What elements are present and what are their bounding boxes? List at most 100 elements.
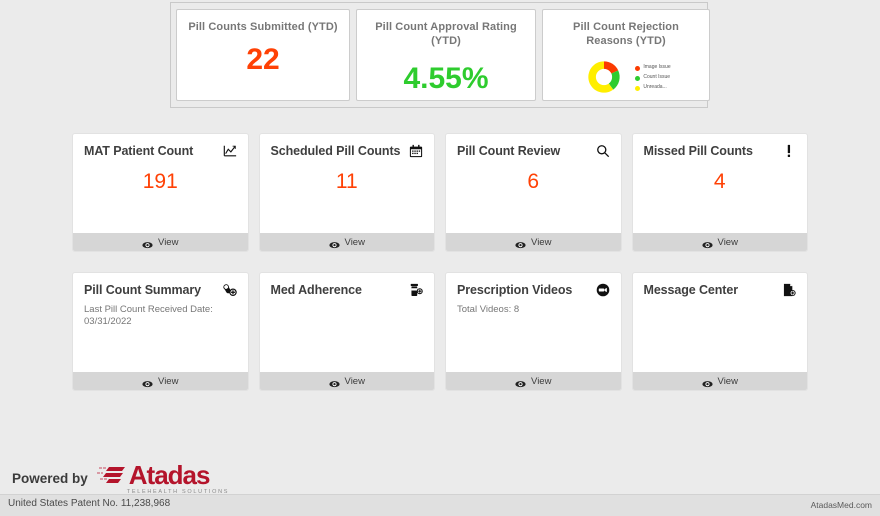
dashboard-card[interactable]: Missed Pill Counts 4 View — [631, 133, 808, 252]
card-body: Pill Count Review 6 — [446, 134, 621, 233]
dashboard-card-grid: MAT Patient Count 191 View Scheduled Pill C… — [72, 133, 808, 391]
view-label: View — [344, 375, 365, 387]
view-label: View — [344, 236, 365, 248]
legend-label: Image Issue — [643, 63, 671, 70]
dashboard-card[interactable]: Med Adherence View — [258, 272, 435, 391]
card-header: Prescription Videos — [457, 282, 610, 298]
card-body: Message Center — [633, 273, 808, 372]
card-subtext: Total Videos: 8 — [457, 304, 520, 315]
search-icon — [596, 144, 610, 158]
card-body: MAT Patient Count 191 — [73, 134, 248, 233]
kpi-pill-counts-submitted: Pill Counts Submitted (YTD) 22 — [176, 9, 350, 101]
card-title: Scheduled Pill Counts — [270, 144, 401, 158]
card-view-button[interactable]: View — [632, 372, 807, 390]
view-label: View — [531, 236, 552, 248]
eye-icon — [328, 237, 340, 249]
message-document-icon — [782, 283, 796, 297]
eye-icon — [515, 376, 526, 388]
kpi-panel-group: Pill Counts Submitted (YTD) 22 Pill Coun… — [170, 2, 710, 108]
brand-tagline: TELEHEALTH SOLUTIONS — [126, 489, 230, 495]
card-view-button[interactable]: View — [446, 372, 621, 390]
eye-icon — [328, 376, 340, 388]
dashboard-root: Pill Counts Submitted (YTD) 22 Pill Coun… — [0, 0, 880, 516]
powered-by-label: Powered by — [12, 471, 88, 486]
legend-color-dot — [635, 65, 641, 71]
card-subtext: Last Pill Count Received Date: 03/31/202… — [84, 304, 213, 327]
card-view-button[interactable]: View — [73, 233, 248, 251]
donut-chart-svg — [588, 61, 621, 93]
card-metric-value: 6 — [527, 170, 540, 193]
site-url-text: AtadasMed.com — [810, 500, 872, 510]
dashboard-card[interactable]: Scheduled Pill Counts 11 View — [258, 133, 435, 252]
legend-item: Unreada... — [635, 84, 670, 91]
legend-item: Count Issue — [635, 74, 670, 81]
view-label: View — [158, 375, 179, 387]
card-header: Missed Pill Counts — [644, 143, 797, 159]
card-title: Pill Count Summary — [84, 283, 201, 297]
card-header: Med Adherence — [271, 282, 424, 298]
card-body: Med Adherence — [260, 273, 435, 372]
card-metric-value: 11 — [335, 170, 358, 193]
card-title: Prescription Videos — [457, 283, 573, 297]
card-header: Scheduled Pill Counts — [271, 143, 424, 159]
patent-text: United States Patent No. 11,238,968 — [8, 498, 171, 509]
legend-label: Count Issue — [643, 73, 671, 80]
eye-icon — [701, 237, 713, 249]
card-title: Pill Count Review — [457, 144, 561, 158]
exclamation-icon — [782, 144, 796, 158]
kpi-value: 4.55% — [403, 62, 489, 95]
dashboard-card[interactable]: Pill Count Summary Last Pill Count Receiv… — [72, 272, 249, 391]
line-chart-icon — [223, 144, 237, 158]
view-label: View — [158, 236, 179, 248]
eye-icon — [701, 376, 713, 388]
kpi-value: 22 — [246, 43, 280, 76]
card-body: Missed Pill Counts 4 — [633, 134, 808, 233]
speed-lines-icon — [96, 467, 125, 483]
kpi-title: Pill Count Approval Rating (YTD) — [375, 21, 517, 47]
card-header: Message Center — [644, 282, 797, 298]
legend-color-dot — [635, 85, 641, 91]
video-camera-icon — [596, 283, 610, 297]
card-title: Med Adherence — [270, 283, 362, 297]
card-view-button[interactable]: View — [259, 372, 434, 390]
dashboard-card[interactable]: Message Center View — [631, 272, 808, 391]
legend-item: Image Issue — [635, 63, 671, 71]
card-view-button[interactable]: View — [446, 233, 621, 251]
card-body: Pill Count Summary Last Pill Count Receiv… — [73, 273, 248, 372]
card-header: Pill Count Review — [457, 143, 610, 159]
card-title: Missed Pill Counts — [643, 144, 753, 158]
card-body: Prescription Videos Total Videos: 8 — [446, 273, 621, 372]
kpi-pill-count-rejection-reasons: Pill Count Rejection Reasons (YTD) Image… — [542, 9, 710, 101]
legend-label: Unreada... — [643, 83, 667, 90]
card-view-button[interactable]: View — [73, 372, 248, 390]
view-label: View — [717, 375, 738, 387]
view-label: View — [717, 236, 738, 248]
card-view-button[interactable]: View — [259, 233, 434, 251]
card-metric-value: 4 — [713, 170, 726, 193]
eye-icon — [515, 237, 526, 249]
eye-icon — [142, 376, 153, 388]
chart-legend: Image Issue Count Issue Unreada... — [635, 63, 671, 91]
view-label: View — [531, 375, 552, 387]
brand-block: Powered by Atadas TELEHEALTH SOLUTIONS — [12, 462, 229, 495]
kpi-title: Pill Count Rejection Reasons (YTD) — [573, 21, 679, 47]
atadas-logo: Atadas TELEHEALTH SOLUTIONS — [96, 460, 230, 495]
calendar-icon — [409, 144, 423, 158]
kpi-title: Pill Counts Submitted (YTD) — [188, 21, 338, 33]
dashboard-card[interactable]: Pill Count Review 6 View — [445, 133, 622, 252]
dashboard-card[interactable]: Prescription Videos Total Videos: 8 View — [445, 272, 622, 391]
pill-bottle-icon — [409, 283, 423, 297]
dashboard-card[interactable]: MAT Patient Count 191 View — [72, 133, 249, 252]
card-view-button[interactable]: View — [632, 233, 807, 251]
brand-name: Atadas — [128, 460, 211, 490]
card-metric-value: 191 — [142, 170, 178, 193]
rejection-reasons-chart: Image Issue Count Issue Unreada... — [549, 54, 703, 100]
eye-icon — [142, 237, 153, 249]
card-body: Scheduled Pill Counts 11 — [260, 134, 435, 233]
legend-color-dot — [635, 75, 641, 81]
card-header: MAT Patient Count — [84, 143, 237, 159]
kpi-pill-count-approval-rating: Pill Count Approval Rating (YTD) 4.55% — [356, 9, 536, 101]
card-header: Pill Count Summary — [84, 282, 237, 298]
card-title: MAT Patient Count — [84, 144, 194, 158]
card-title: Message Center — [643, 283, 739, 297]
